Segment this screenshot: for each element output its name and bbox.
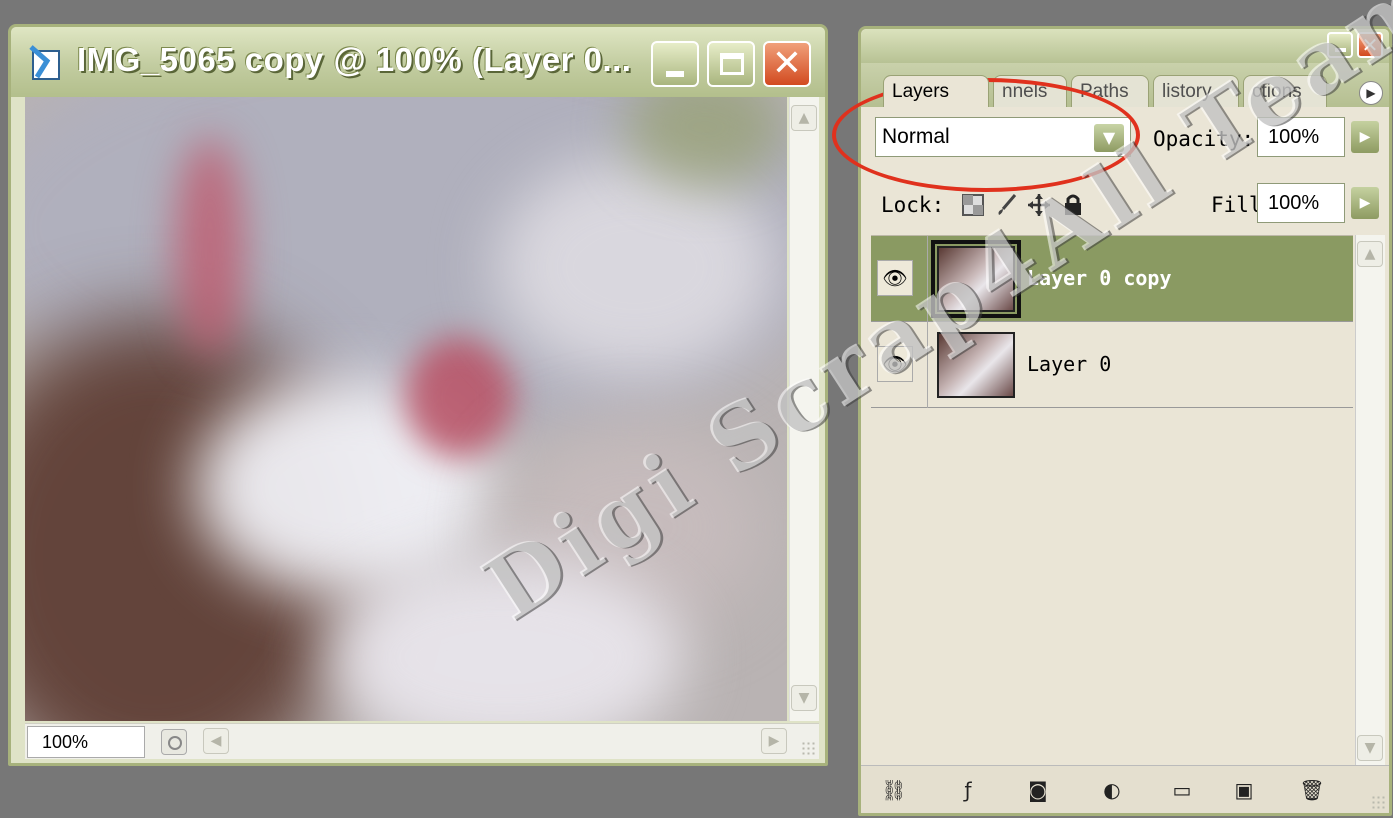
scroll-left-button[interactable]: ◀ [203, 728, 229, 754]
status-bar: 100% ◀ ▶ [25, 723, 819, 759]
minimize-button[interactable] [651, 41, 699, 87]
visibility-eye-icon[interactable]: 👁 [877, 260, 913, 296]
layer-list-scrollbar[interactable]: ▲ ▼ [1355, 235, 1385, 769]
layer-name: Layer 0 [1027, 352, 1112, 376]
lock-transparency-icon[interactable] [961, 193, 985, 217]
scroll-right-button[interactable]: ▶ [761, 728, 787, 754]
blend-mode-value: Normal [882, 125, 950, 148]
panel-tabs: Layers nnels Paths listory ctions ▶ [861, 63, 1389, 107]
maximize-icon [720, 53, 744, 75]
link-layers-icon[interactable]: ⛓ [879, 776, 909, 804]
resize-grip-icon[interactable] [1371, 795, 1387, 811]
close-icon: ✕ [771, 43, 803, 84]
minimize-icon [1335, 48, 1346, 52]
tab-history[interactable]: listory [1153, 75, 1239, 107]
document-titlebar[interactable]: IMG_5065 copy @ 100% (Layer 0... ✕ [11, 27, 825, 97]
blend-mode-select[interactable]: Normal ▼ [875, 117, 1131, 157]
lock-image-brush-icon[interactable] [995, 193, 1019, 217]
close-icon: ✕ [1361, 33, 1379, 57]
opacity-label: Opacity: [1153, 127, 1255, 151]
vertical-scrollbar[interactable]: ▲ ▼ [789, 97, 819, 721]
fill-input[interactable]: 100% [1257, 183, 1345, 223]
delete-layer-icon[interactable]: 🗑 [1297, 776, 1327, 804]
scroll-up-button[interactable]: ▲ [1357, 241, 1383, 267]
photoshop-document-icon [29, 45, 60, 80]
tab-layers[interactable]: Layers [883, 75, 989, 107]
scroll-down-button[interactable]: ▼ [791, 685, 817, 711]
status-menu-icon[interactable] [161, 729, 187, 755]
new-layer-icon[interactable]: ▣ [1229, 776, 1259, 804]
lock-label: Lock: [881, 193, 945, 217]
panel-titlebar[interactable]: ✕ [861, 29, 1389, 63]
resize-grip-icon[interactable] [801, 741, 817, 757]
image-canvas[interactable] [25, 97, 787, 721]
chevron-down-icon: ▼ [1094, 124, 1124, 152]
tab-channels[interactable]: nnels [993, 75, 1067, 107]
tab-actions[interactable]: ctions [1243, 75, 1327, 107]
add-mask-icon[interactable]: ◙ [1023, 776, 1053, 804]
document-window: IMG_5065 copy @ 100% (Layer 0... ✕ ▲ ▼ 1… [8, 24, 828, 766]
panel-menu-button[interactable]: ▶ [1359, 81, 1383, 105]
visibility-eye-icon[interactable]: 👁 [877, 346, 913, 382]
layer-name: Layer 0 copy [1027, 266, 1172, 290]
zoom-input[interactable]: 100% [27, 726, 145, 758]
maximize-button[interactable] [707, 41, 755, 87]
layer-style-icon[interactable]: ƒ [953, 776, 983, 804]
panel-minimize-button[interactable] [1327, 32, 1353, 58]
panel-close-button[interactable]: ✕ [1357, 32, 1383, 58]
scroll-down-button[interactable]: ▼ [1357, 735, 1383, 761]
tab-paths[interactable]: Paths [1071, 75, 1149, 107]
lock-position-move-icon[interactable] [1027, 193, 1051, 217]
opacity-slider-button[interactable]: ▶ [1351, 121, 1379, 153]
minimize-icon [666, 71, 684, 77]
layers-toolbar: ⛓ ƒ ◙ ◐ ▭ ▣ 🗑 [861, 765, 1389, 813]
new-group-icon[interactable]: ▭ [1167, 776, 1197, 804]
layer-list: 👁 Layer 0 copy 👁 Layer 0 [871, 235, 1353, 769]
opacity-input[interactable]: 100% [1257, 117, 1345, 157]
adjustment-layer-icon[interactable]: ◐ [1097, 776, 1127, 804]
layers-panel: ✕ Layers nnels Paths listory ctions ▶ No… [858, 26, 1392, 816]
lock-all-icon[interactable] [1061, 193, 1085, 217]
layer-thumbnail [937, 332, 1015, 398]
close-button[interactable]: ✕ [763, 41, 811, 87]
document-title: IMG_5065 copy @ 100% (Layer 0... [77, 41, 632, 78]
scroll-up-button[interactable]: ▲ [791, 105, 817, 131]
layer-row-layer-0[interactable]: 👁 Layer 0 [871, 322, 1353, 408]
layer-row-layer-0-copy[interactable]: 👁 Layer 0 copy [871, 236, 1353, 322]
layer-thumbnail [931, 240, 1021, 318]
fill-slider-button[interactable]: ▶ [1351, 187, 1379, 219]
